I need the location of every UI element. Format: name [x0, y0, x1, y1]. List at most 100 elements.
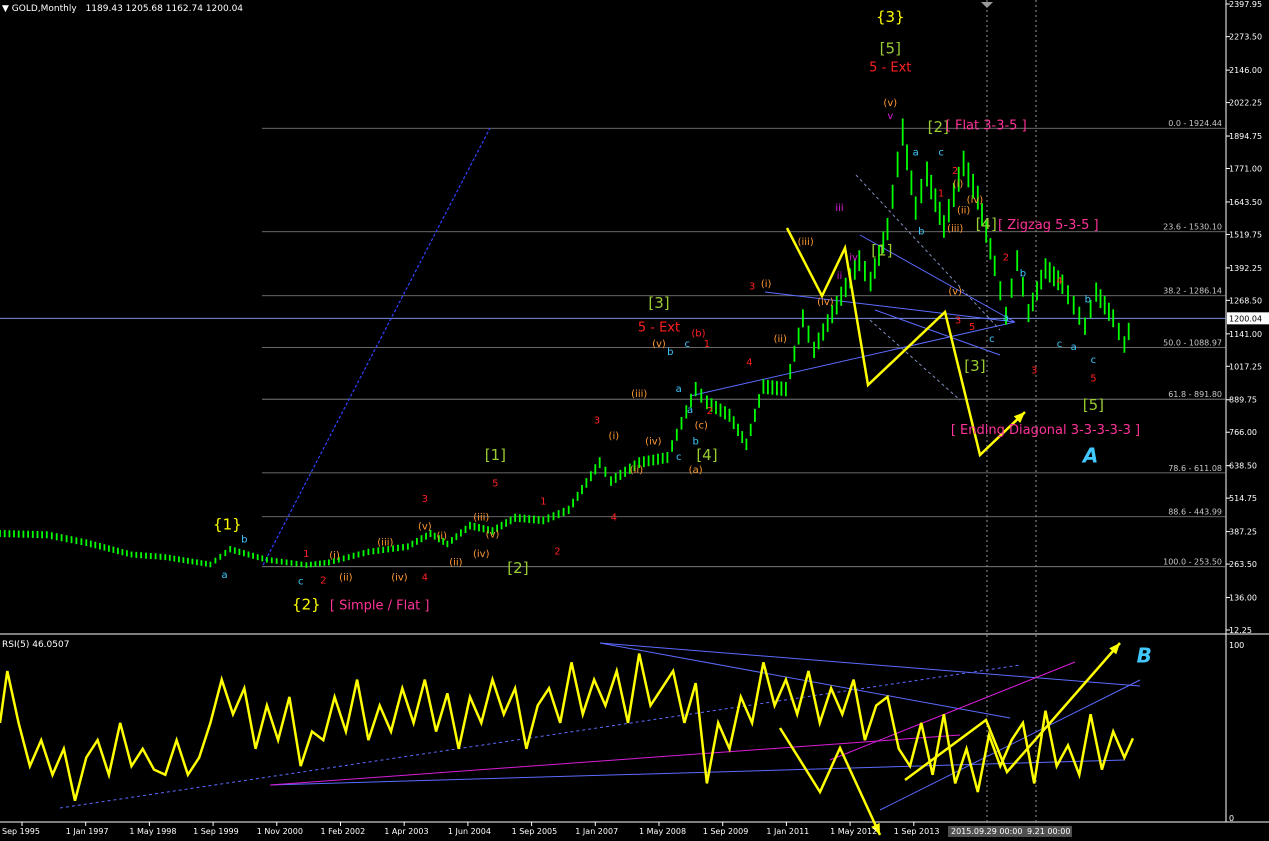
- gold-monthly-chart[interactable]: 0.0 - 1924.44 23.6 - 1530.10 38.2 - 1286.1…: [0, 0, 1269, 837]
- price-panel[interactable]: [0, 0, 1269, 837]
- wave-label: 4: [611, 512, 617, 523]
- price-tick-label: 889.75: [1229, 396, 1257, 405]
- wave-label: 5: [492, 478, 498, 489]
- price-tick-label: 766.00: [1229, 428, 1257, 437]
- wave-label: (ii): [339, 573, 352, 584]
- wave-label: b: [1085, 295, 1091, 306]
- wave-label: b: [1020, 268, 1026, 279]
- wave-label: ii: [837, 271, 843, 282]
- background: [0, 0, 1269, 837]
- wave-label: 3: [594, 415, 600, 426]
- time-tick-label: 1 Jan 2007: [575, 827, 618, 836]
- wave-label: b: [918, 226, 924, 237]
- price-tick-label: 1894.75: [1229, 132, 1262, 141]
- wave-label: c: [1091, 355, 1097, 366]
- wave-label: (v): [883, 98, 897, 109]
- fib-level-label: 61.8 - 891.80: [1168, 390, 1222, 399]
- price-tick-label: 2397.95: [1229, 0, 1262, 9]
- fib-level-label: 100.0 - 253.50: [1163, 558, 1222, 567]
- wave-label: {3}: [876, 8, 905, 26]
- wave-label: c: [938, 148, 944, 159]
- wave-label: (i): [953, 179, 964, 190]
- wave-label: 2: [707, 406, 713, 417]
- price-tick-label: 638.50: [1229, 462, 1257, 471]
- ohlc-readout: 1189.43 1205.68 1162.74 1200.04: [85, 4, 244, 14]
- time-tick-label: 1 Jan 2011: [766, 827, 809, 836]
- price-tick-label: 2273.50: [1229, 33, 1262, 42]
- fib-level-label: 38.2 - 1286.14: [1163, 287, 1222, 296]
- wave-label: {1}: [213, 516, 242, 534]
- wave-label: A: [1081, 444, 1098, 468]
- wave-label: a: [1003, 313, 1009, 324]
- wave-label: (iv): [645, 436, 662, 447]
- time-tick-label: 1 May 2012: [830, 827, 877, 836]
- price-tick-label: 1392.25: [1229, 264, 1262, 273]
- price-tick-label: 1017.25: [1229, 362, 1262, 371]
- wave-label: 4: [746, 358, 752, 369]
- fib-level-label: 50.0 - 1088.97: [1163, 338, 1222, 347]
- wave-label: (iii): [798, 237, 814, 248]
- wave-label: (i): [761, 279, 772, 290]
- fib-level-label: 88.6 - 443.99: [1168, 508, 1222, 517]
- wave-label: 4: [422, 573, 428, 584]
- wave-label: [ Simple / Flat ]: [330, 599, 430, 614]
- time-tick-label: 1 Sep 2009: [703, 827, 749, 836]
- rsi-annotation: B: [1137, 643, 1152, 667]
- wave-label: [3]: [648, 294, 669, 312]
- wave-label: [4]: [976, 215, 997, 233]
- wave-label: a: [1071, 342, 1077, 353]
- price-tick-label: 1268.50: [1229, 296, 1262, 305]
- wave-label: (iii): [377, 537, 393, 548]
- wave-label: b: [667, 347, 673, 358]
- time-tick-label: 1 Feb 2002: [321, 827, 366, 836]
- fib-level-label: 78.6 - 611.08: [1168, 464, 1222, 473]
- wave-label: 1: [303, 549, 309, 560]
- chart-root[interactable]: 0.0 - 1924.44 23.6 - 1530.10 38.2 - 1286.1…: [0, 0, 1269, 837]
- wave-label: (iii): [947, 224, 963, 235]
- price-tick-label: 2022.25: [1229, 99, 1262, 108]
- time-tick-label: 1 Sep 2005: [512, 827, 558, 836]
- wave-label: (iv): [473, 549, 490, 560]
- wave-label: a: [676, 384, 682, 395]
- wave-label: iv: [849, 253, 858, 264]
- wave-label: (iii): [473, 512, 489, 523]
- time-tick-label: 1 Sep 1999: [193, 827, 239, 836]
- wave-label: (v): [652, 339, 666, 350]
- wave-label: 1: [704, 339, 710, 350]
- wave-label: 3: [1031, 365, 1037, 376]
- wave-label: (i): [609, 431, 620, 442]
- wave-label: [1]: [871, 241, 892, 259]
- wave-label: [5]: [880, 39, 901, 57]
- time-cursor-label: 2015.09.29 00:00: [951, 827, 1022, 836]
- rsi-tick-label: 100: [1229, 641, 1244, 650]
- wave-label: 1: [540, 497, 546, 508]
- price-tick-label: 514.75: [1229, 494, 1257, 503]
- wave-label: 3: [955, 316, 961, 327]
- wave-label: (ii): [774, 334, 787, 345]
- wave-label: 2: [320, 575, 326, 586]
- time-tick-label: Sep 1995: [2, 827, 40, 836]
- symbol-label: GOLD,Monthly: [11, 4, 77, 14]
- price-tick-label: 2146.00: [1229, 66, 1262, 75]
- wave-label: (v): [486, 529, 500, 540]
- wave-label: v: [887, 111, 893, 122]
- wave-label: [2]: [507, 559, 528, 577]
- rsi-tick-label: 0: [1229, 814, 1234, 823]
- wave-label: 3: [749, 281, 755, 292]
- wave-label: 2: [1003, 253, 1009, 264]
- wave-label: (c): [695, 421, 708, 432]
- wave-label: c: [1057, 339, 1063, 350]
- wave-label: (b): [691, 329, 705, 340]
- wave-label: (iv): [391, 573, 408, 584]
- price-tick-label: 1771.00: [1229, 165, 1262, 174]
- price-tick-label: 263.50: [1229, 560, 1257, 569]
- wave-label: (ii): [957, 205, 970, 216]
- wave-label: c: [676, 452, 682, 463]
- fib-level-label: 23.6 - 1530.10: [1163, 223, 1222, 232]
- price-tick-label: 387.25: [1229, 528, 1257, 537]
- wave-label: b: [241, 535, 247, 546]
- wave-label: [ Flat 3-3-5 ]: [946, 118, 1027, 133]
- wave-label: (a): [689, 465, 703, 476]
- wave-label: 5 - Ext: [869, 61, 911, 76]
- wave-label: (ii): [630, 465, 643, 476]
